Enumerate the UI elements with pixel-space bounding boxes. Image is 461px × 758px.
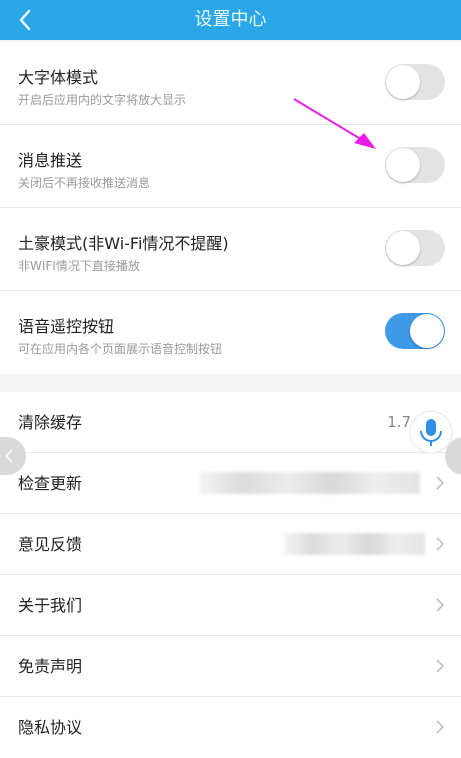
setting-description: 关闭后不再接收推送消息 [18, 176, 151, 190]
title-bar: 设置中心 [0, 0, 461, 40]
feedback-label: 意见反馈 [18, 535, 83, 554]
setting-description: 可在应用内各个页面展示语音控制按钮 [18, 342, 223, 356]
setting-label: 消息推送 [18, 151, 83, 170]
annotation-arrow-icon [293, 98, 376, 149]
setting-rich-mode[interactable]: 土豪模式(非Wi-Fi情况不提醒) 非WIFI情况下直接播放 [0, 208, 461, 291]
about-row[interactable]: 关于我们 [0, 575, 461, 636]
setting-large-font[interactable]: 大字体模式 开启后应用内的文字将放大显示 [0, 42, 461, 125]
setting-push-messages[interactable]: 消息推送 关闭后不再接收推送消息 [0, 125, 461, 208]
privacy-label: 隐私协议 [18, 718, 83, 737]
check-update-row[interactable]: 检查更新 [0, 453, 461, 514]
rich-mode-toggle[interactable] [385, 230, 445, 266]
setting-label: 土豪模式(非Wi-Fi情况不提醒) [18, 234, 229, 253]
microphone-icon[interactable] [409, 410, 453, 454]
feedback-row[interactable]: 意见反馈 [0, 514, 461, 575]
check-update-label: 检查更新 [18, 474, 83, 493]
cache-size: 1.7 [387, 413, 411, 431]
clear-cache-row[interactable]: 清除缓存 1.7 [0, 392, 461, 453]
chevron-left-icon [4, 449, 13, 463]
setting-description: 开启后应用内的文字将放大显示 [18, 93, 187, 107]
toggle-knob [386, 65, 420, 99]
disclaimer-label: 免责声明 [18, 657, 83, 676]
setting-voice-control[interactable]: 语音遥控按钮 可在应用内各个页面展示语音控制按钮 [0, 291, 461, 374]
toggle-knob [386, 148, 420, 182]
setting-description: 非WIFI情况下直接播放 [18, 259, 140, 273]
chevron-right-icon [436, 537, 445, 551]
clear-cache-label: 清除缓存 [18, 413, 83, 432]
chevron-right-icon [436, 720, 445, 734]
blurred-version-info [200, 472, 420, 494]
page-title: 设置中心 [194, 9, 267, 30]
large-font-toggle[interactable] [385, 64, 445, 100]
disclaimer-row[interactable]: 免责声明 [0, 636, 461, 697]
chevron-right-icon [436, 598, 445, 612]
chevron-right-icon [436, 659, 445, 673]
toggle-knob [386, 231, 420, 265]
voice-control-toggle[interactable] [385, 313, 445, 349]
chevron-right-icon [436, 476, 445, 490]
about-label: 关于我们 [18, 596, 83, 615]
setting-label: 语音遥控按钮 [18, 317, 115, 336]
privacy-row[interactable]: 隐私协议 [0, 697, 461, 758]
setting-label: 大字体模式 [18, 68, 99, 87]
blurred-feedback-info [285, 533, 425, 555]
toggle-knob [410, 314, 444, 348]
push-messages-toggle[interactable] [385, 147, 445, 183]
